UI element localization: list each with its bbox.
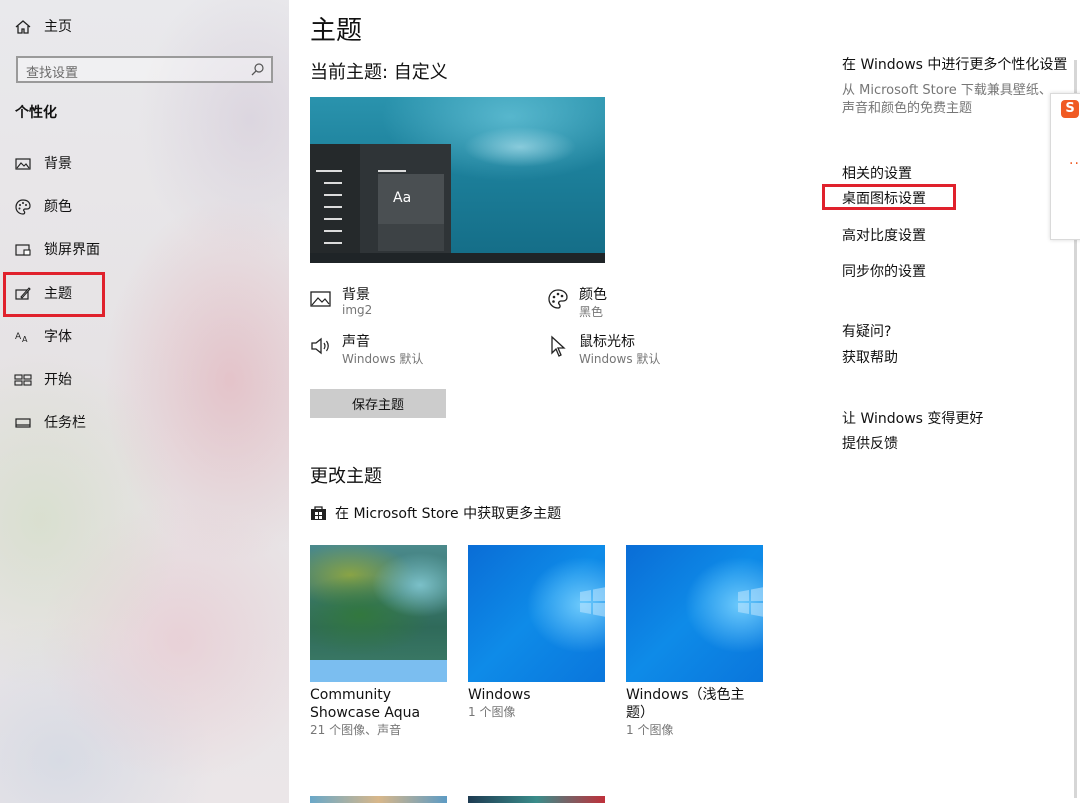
sidebar-item-label: 主页 [44, 19, 72, 35]
windows-logo-icon [738, 587, 763, 617]
search-input[interactable]: 查找设置 [16, 56, 273, 83]
get-help-link[interactable]: 获取帮助 [842, 347, 898, 367]
sidebar-item-label: 锁屏界面 [44, 242, 100, 258]
sidebar-section-title: 个性化 [15, 105, 57, 121]
ime-toolbar[interactable]: S .. [1050, 93, 1080, 240]
annotation-highlight-box [822, 184, 956, 210]
theme-thumbnail [626, 545, 763, 682]
preview-tile [378, 224, 444, 251]
store-bag-icon [311, 506, 326, 520]
improve-windows-title: 让 Windows 变得更好 [842, 411, 984, 427]
picture-icon [15, 158, 31, 170]
preview-nav [310, 144, 360, 263]
property-title: 背景 [342, 287, 370, 303]
sidebar-item-label: 颜色 [44, 199, 72, 215]
theme-card-windows[interactable]: Windows 1 个图像 [468, 545, 605, 720]
property-background[interactable]: 背景 img2 [310, 284, 540, 324]
theme-card-partial[interactable] [468, 796, 605, 803]
sidebar-item-taskbar[interactable]: 任务栏 [0, 408, 289, 438]
palette-icon [548, 289, 568, 309]
property-value: 黑色 [579, 305, 604, 319]
theme-thumbnail [468, 545, 605, 682]
property-title: 声音 [342, 334, 370, 350]
svg-text:A: A [15, 332, 22, 342]
high-contrast-settings-link[interactable]: 高对比度设置 [842, 225, 926, 245]
theme-thumbnail [310, 545, 447, 682]
sidebar-item-lockscreen[interactable]: 锁屏界面 [0, 235, 289, 265]
ime-logo-icon: S [1061, 100, 1079, 118]
lockscreen-icon [15, 244, 31, 256]
preview-taskbar [310, 253, 605, 263]
sidebar-item-background[interactable]: 背景 [0, 149, 289, 179]
sidebar: 主页 查找设置 个性化 背景 颜色 锁屏界面 主题 A A 字体 开始 任务栏 [0, 0, 289, 803]
more-personalization-title: 在 Windows 中进行更多个性化设置 [842, 57, 1068, 73]
more-personalization-desc: 从 Microsoft Store 下载兼具壁纸、 [842, 83, 1052, 98]
theme-details: 21 个图像、声音 [310, 723, 402, 737]
property-sound[interactable]: 声音 Windows 默认 [310, 331, 540, 371]
page-title: 主题 [310, 16, 363, 46]
theme-card-partial[interactable] [310, 796, 447, 803]
theme-name: Community Showcase Aqua [310, 687, 421, 721]
save-theme-button[interactable]: 保存主题 [310, 389, 446, 418]
property-title: 颜色 [579, 287, 607, 303]
theme-card-aqua[interactable]: Community Showcase Aqua 21 个图像、声音 [310, 545, 447, 738]
related-settings-title: 相关的设置 [842, 166, 912, 182]
theme-preview: Aa [310, 97, 605, 263]
cursor-icon [551, 335, 566, 357]
question-title: 有疑问? [842, 324, 892, 340]
taskbar-icon [15, 418, 31, 428]
sidebar-item-home[interactable]: 主页 [0, 12, 289, 42]
sidebar-item-label: 字体 [44, 329, 72, 345]
property-cursor[interactable]: 鼠标光标 Windows 默认 [547, 331, 777, 371]
more-personalization-desc: 声音和颜色的免费主题 [842, 101, 973, 116]
speaker-icon [311, 337, 329, 355]
property-color[interactable]: 颜色 黑色 [547, 284, 777, 324]
theme-card-windows-light[interactable]: Windows（浅色主题） 1 个图像 [626, 545, 763, 738]
home-icon [15, 20, 31, 34]
picture-icon [310, 291, 331, 307]
sidebar-item-colors[interactable]: 颜色 [0, 192, 289, 222]
theme-name: Windows（浅色主题） [626, 687, 745, 721]
property-value: Windows 默认 [342, 352, 424, 366]
feedback-link[interactable]: 提供反馈 [842, 433, 898, 453]
sync-settings-link[interactable]: 同步你的设置 [842, 261, 926, 281]
property-value: img2 [342, 303, 373, 317]
palette-icon [15, 199, 31, 215]
search-placeholder: 查找设置 [26, 66, 79, 81]
windows-logo-icon [580, 587, 605, 617]
theme-details: 1 个图像 [626, 723, 674, 737]
sidebar-item-start[interactable]: 开始 [0, 365, 289, 395]
store-link-label: 在 Microsoft Store 中获取更多主题 [335, 506, 562, 522]
ime-more-icon[interactable]: .. [1069, 152, 1080, 168]
theme-details: 1 个图像 [468, 705, 516, 719]
property-value: Windows 默认 [579, 352, 661, 366]
svg-text:A: A [22, 335, 28, 344]
change-theme-heading: 更改主题 [310, 466, 382, 487]
theme-name: Windows [468, 687, 531, 703]
sidebar-item-label: 开始 [44, 372, 72, 388]
search-icon [251, 63, 264, 76]
sidebar-item-label: 任务栏 [44, 415, 86, 431]
main-content: 主题 当前主题: 自定义 Aa 背景 img2 颜色 黑色 声音 Windows… [289, 0, 1080, 803]
sidebar-item-fonts[interactable]: A A 字体 [0, 322, 289, 352]
sidebar-item-label: 背景 [44, 156, 72, 172]
property-title: 鼠标光标 [579, 334, 635, 350]
font-icon: A A [15, 332, 28, 344]
current-theme-label: 当前主题: 自定义 [310, 62, 448, 83]
annotation-highlight-box [3, 272, 105, 317]
preview-sample-text: Aa [393, 190, 412, 206]
start-icon [14, 374, 32, 386]
